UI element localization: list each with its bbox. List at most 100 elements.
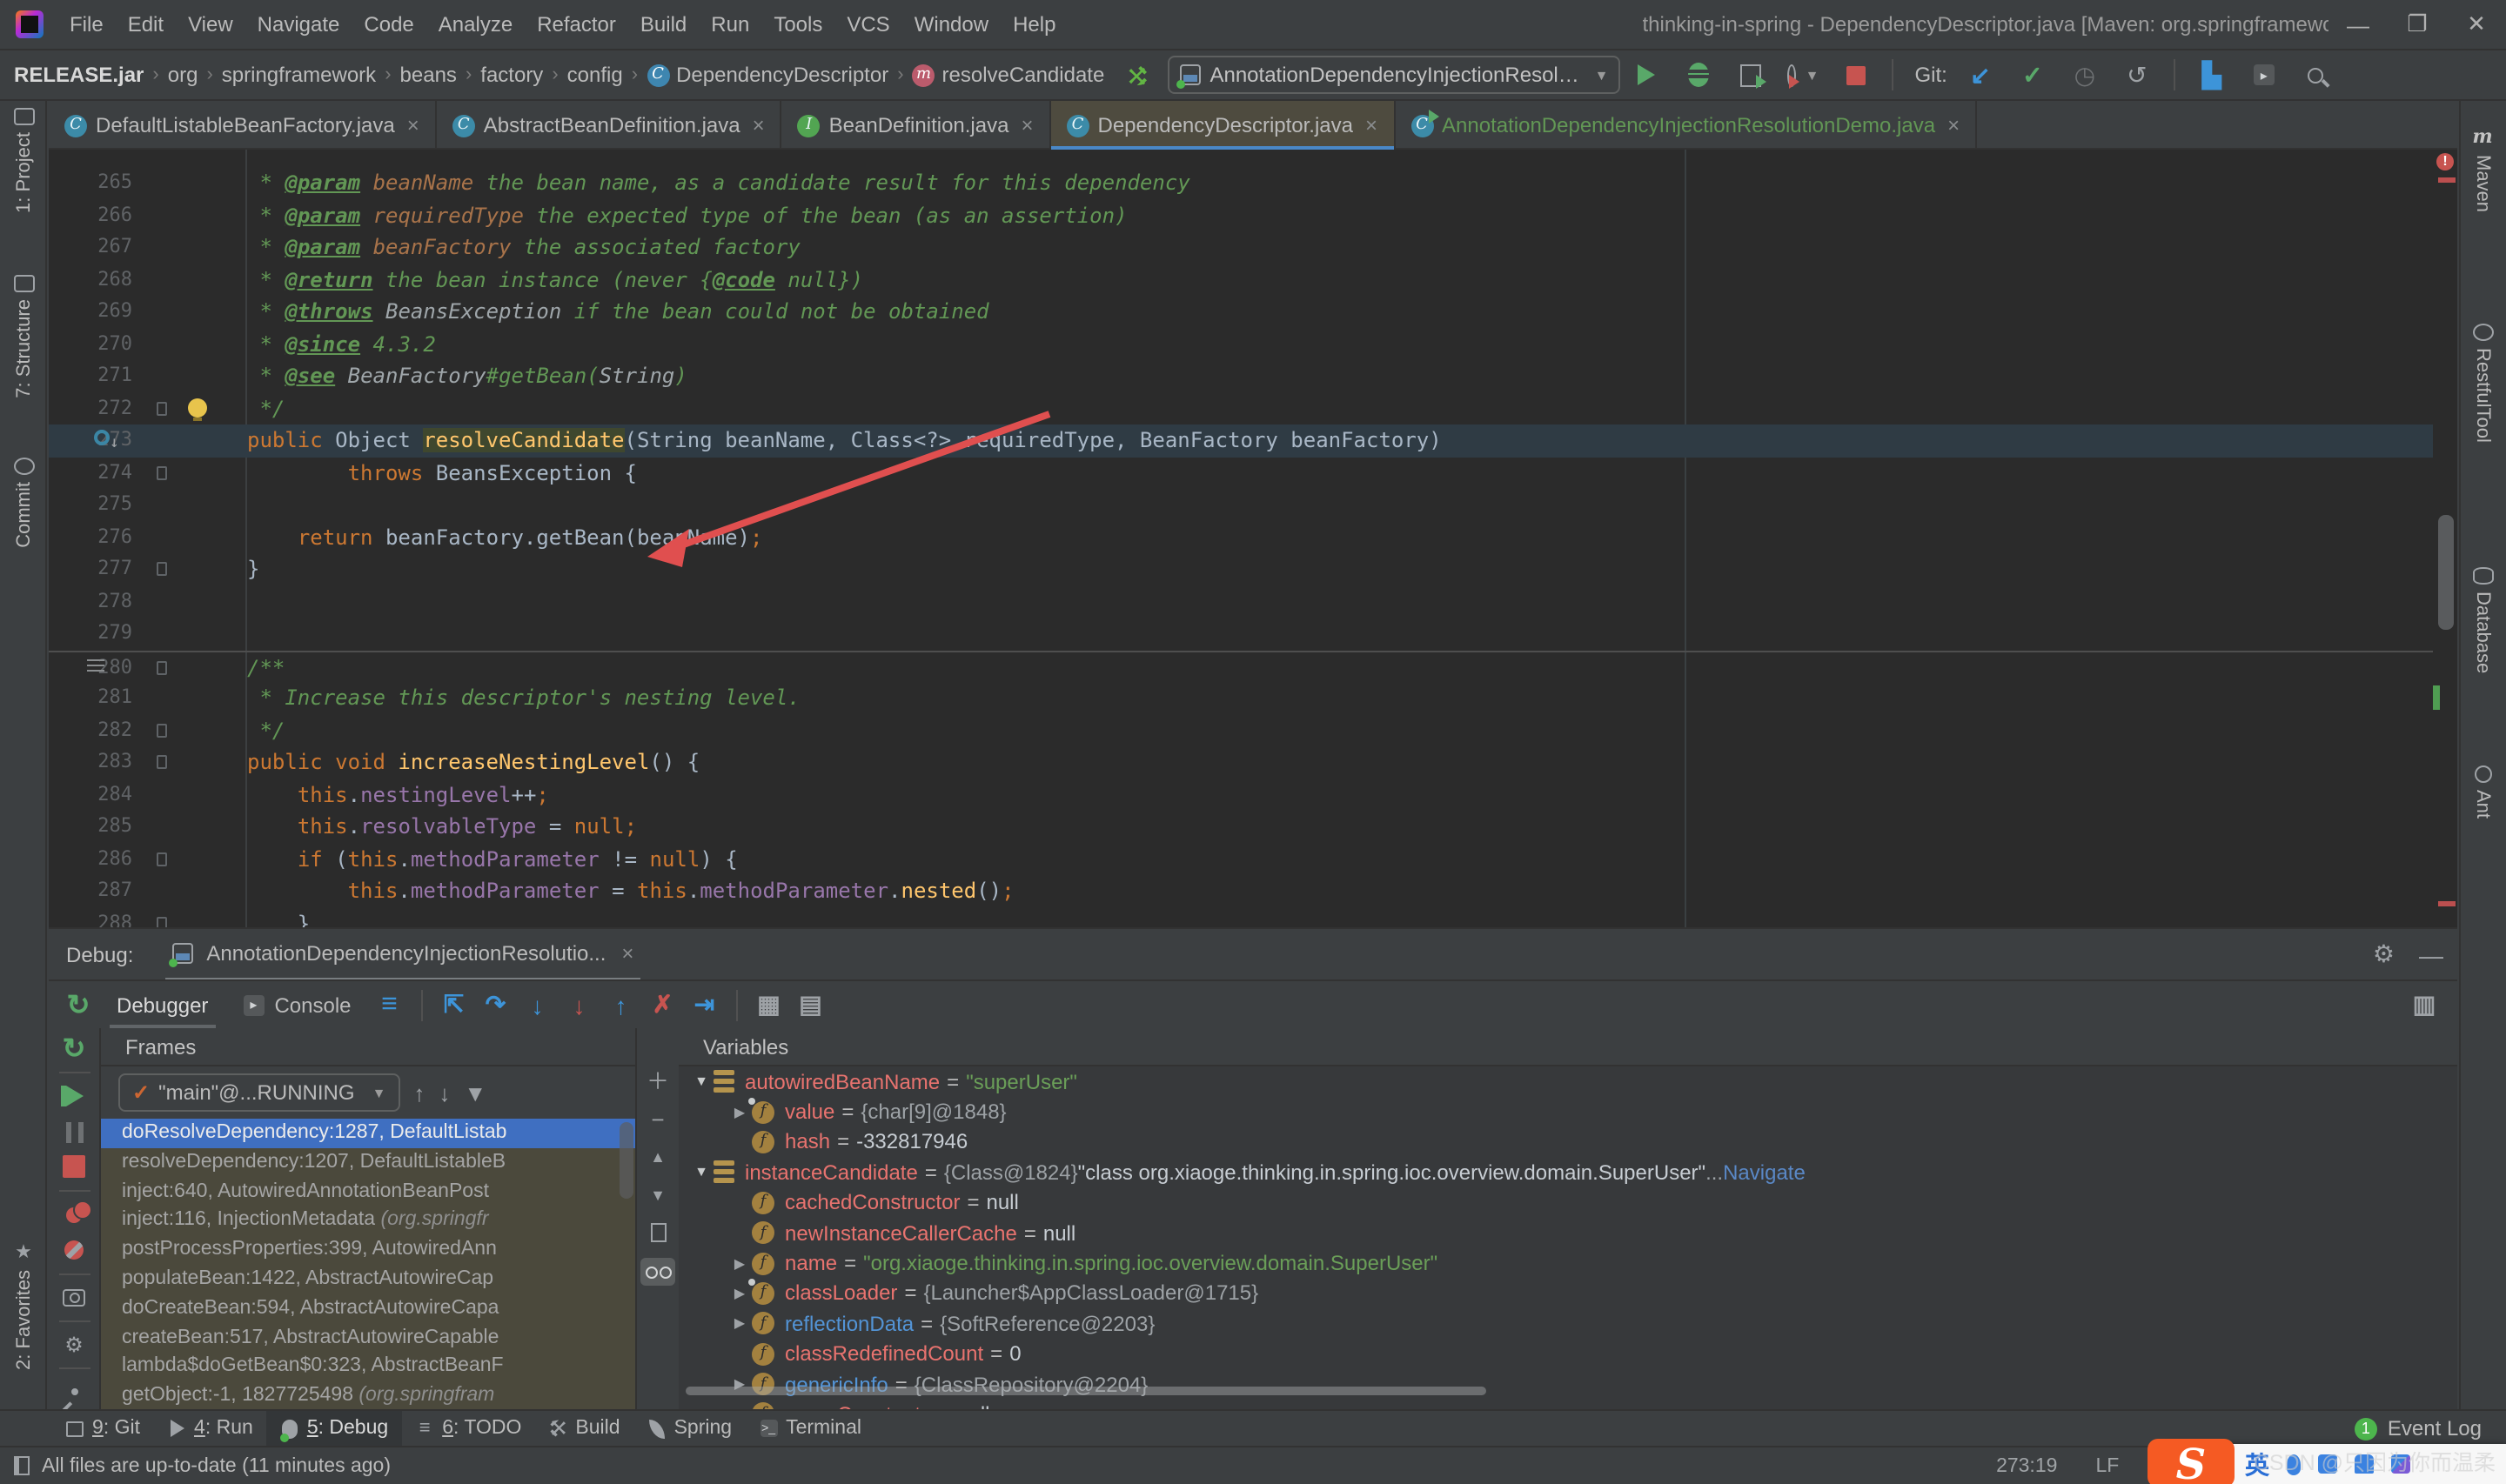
gear-icon[interactable]: ⚙ (2373, 939, 2395, 969)
sidebar-item-structure[interactable]: 7: Structure (0, 275, 47, 398)
resume-icon[interactable] (55, 1079, 93, 1114)
toolwindow-button-terminal[interactable]: >_ Terminal (746, 1410, 875, 1447)
threads-view-icon[interactable]: ≡ (371, 986, 409, 1024)
editor-tab[interactable]: I BeanDefinition.java × (782, 101, 1051, 150)
menu-vcs[interactable]: VCS (834, 0, 901, 50)
breadcrumb-item[interactable]: C DependencyDescriptor (647, 63, 888, 87)
code-line[interactable]: 278 (49, 585, 2433, 618)
menu-edit[interactable]: Edit (116, 0, 176, 50)
code-line[interactable]: 286 if (this.methodParameter != null) { (49, 843, 2433, 875)
toolwindow-toggle-icon[interactable] (14, 1456, 30, 1475)
breadcrumb-item[interactable]: m resolveCandidate (912, 63, 1104, 87)
breadcrumb-item[interactable]: config (567, 63, 623, 87)
wrench-icon[interactable]: ⚒ (1122, 64, 1151, 85)
tab-console[interactable]: ▸ Console (225, 980, 368, 1029)
fold-marker-icon[interactable] (157, 755, 167, 769)
ime-toolbar[interactable]: S 英 (2148, 1438, 2506, 1484)
menu-tools[interactable]: Tools (761, 0, 834, 50)
code-line[interactable]: 272 */ (49, 392, 2433, 424)
error-stripe[interactable]: ! (2433, 150, 2457, 927)
rerun-program-icon[interactable]: ↻ (55, 1032, 93, 1067)
code-line[interactable]: 274 throws BeansException { (49, 457, 2433, 489)
variable-row[interactable]: ▶ f name = "org.xiaoge.thinking.in.spring.io… (679, 1248, 2457, 1279)
frame-row[interactable]: createBean:517, AbstractAutowireCapable (101, 1323, 635, 1353)
breadcrumb-item[interactable]: factory (480, 63, 543, 87)
variable-row[interactable]: ▶ f reflectionData = {SoftReference@2203} (679, 1308, 2457, 1339)
navigate-link[interactable]: Navigate (1723, 1160, 1806, 1185)
tab-debugger[interactable]: Debugger (99, 980, 225, 1029)
breadcrumb-item[interactable]: beans (400, 63, 457, 87)
sidebar-item-maven[interactable]: m Maven (2459, 125, 2506, 212)
sidebar-item-restfultool[interactable]: RestfulTool (2459, 324, 2506, 443)
move-up-icon[interactable]: ▲ (650, 1146, 666, 1169)
force-step-into-icon[interactable]: ↓ (560, 986, 599, 1024)
move-down-icon[interactable]: ▼ (650, 1185, 666, 1207)
fold-marker-icon[interactable] (157, 401, 167, 415)
code-line[interactable]: 284 this.nestingLevel++; (49, 779, 2433, 811)
thread-select[interactable]: ✓ "main"@...RUNNING ▼ (118, 1073, 400, 1112)
step-into-icon[interactable]: ↓ (519, 986, 557, 1024)
toolwindow-button-4-run[interactable]: 4: Run (154, 1410, 267, 1447)
code-line[interactable]: 288 } (49, 907, 2433, 927)
menu-code[interactable]: Code (352, 0, 425, 50)
toolwindow-button-build[interactable]: ⚒ Build (535, 1410, 633, 1447)
editor-tab[interactable]: C DependencyDescriptor.java × (1050, 101, 1396, 151)
thread-dump-camera-icon[interactable] (55, 1280, 93, 1315)
menu-build[interactable]: Build (628, 0, 699, 50)
chevron-right-icon[interactable]: ▶ (727, 1316, 752, 1332)
code-line[interactable]: 275 (49, 489, 2433, 521)
editor-tab[interactable]: C AnnotationDependencyInjectionResolution… (1395, 101, 1978, 150)
code-line[interactable]: 271 * @see BeanFactory#getBean(String) (49, 360, 2433, 392)
frame-row[interactable]: inject:640, AutowiredAnnotationBeanPost (101, 1177, 635, 1207)
debug-session-tab[interactable]: AnnotationDependencyInjectionResolutio..… (164, 928, 641, 980)
git-update-button[interactable]: ↙ (1965, 59, 1996, 90)
run-to-cursor-icon[interactable]: ⇥ (686, 986, 724, 1024)
variable-row[interactable]: ▶ f classLoader = {Launcher$AppClassLoader@1… (679, 1278, 2457, 1308)
close-icon[interactable]: × (621, 940, 633, 965)
run-button[interactable] (1631, 59, 1662, 90)
variable-row[interactable]: ▶ f value = {char[9]@1848} (679, 1097, 2457, 1127)
menu-file[interactable]: File (57, 0, 116, 50)
code-line[interactable]: 265 * @param beanName the bean name, as … (49, 167, 2433, 199)
variables-hscrollbar[interactable] (686, 1387, 1486, 1395)
close-button[interactable]: ✕ (2447, 0, 2506, 49)
menu-window[interactable]: Window (902, 0, 1001, 50)
remove-watch-icon[interactable]: − (651, 1108, 664, 1131)
toolwindow-button-5-debug[interactable]: 5: Debug (266, 1410, 403, 1447)
chevron-down-icon[interactable]: ▼ (689, 1165, 714, 1180)
ime-toolbox-icon[interactable] (2391, 1454, 2410, 1474)
code-line[interactable]: 282 */ (49, 714, 2433, 746)
menu-help[interactable]: Help (1001, 0, 1068, 50)
sidebar-item-commit[interactable]: Commit (0, 458, 47, 548)
stop-button[interactable] (1839, 59, 1871, 90)
menu-view[interactable]: View (176, 0, 245, 50)
code-line[interactable]: 285 this.resolvableType = null; (49, 811, 2433, 843)
stop-icon[interactable] (55, 1150, 93, 1186)
code-line[interactable]: 280/** (49, 650, 2433, 682)
run-with-coverage-button[interactable] (1735, 59, 1767, 90)
pin-icon[interactable] (55, 1374, 93, 1409)
chevron-down-icon[interactable]: ▼ (689, 1073, 714, 1089)
menu-run[interactable]: Run (699, 0, 761, 50)
minimize-button[interactable]: — (2328, 0, 2388, 49)
code-line[interactable]: 270 * @since 4.3.2 (49, 328, 2433, 360)
fold-marker-icon[interactable] (157, 562, 167, 576)
ime-language-toggle[interactable]: 英 (2245, 1447, 2269, 1481)
code-line[interactable]: 276 return beanFactory.getBean(beanName)… (49, 521, 2433, 553)
code-line[interactable]: 279 (49, 618, 2433, 650)
restore-layout-icon[interactable]: ▥ (2405, 986, 2443, 1024)
mute-breakpoints-icon[interactable] (55, 1233, 93, 1268)
code-line[interactable]: 273 public Object resolveCandidate(String… (49, 424, 2433, 460)
ime-skin-icon[interactable] (2355, 1454, 2374, 1474)
sidebar-item-favorites[interactable]: ★ 2: Favorites (0, 1240, 47, 1370)
toolwindow-button-6-todo[interactable]: ≡ 6: TODO (402, 1410, 535, 1447)
code-line[interactable]: 269 * @throws BeansException if the bean… (49, 296, 2433, 328)
menu-analyze[interactable]: Analyze (426, 0, 525, 50)
fold-marker-icon[interactable] (157, 660, 167, 674)
profiler-button[interactable]: ▼ (1787, 59, 1819, 90)
fold-marker-icon[interactable] (157, 916, 167, 927)
close-icon[interactable]: × (407, 113, 419, 137)
filter-icon[interactable]: ▼ (464, 1081, 486, 1104)
code-line[interactable]: 266 * @param requiredType the expected t… (49, 199, 2433, 231)
chevron-right-icon[interactable]: ▶ (727, 1104, 752, 1120)
